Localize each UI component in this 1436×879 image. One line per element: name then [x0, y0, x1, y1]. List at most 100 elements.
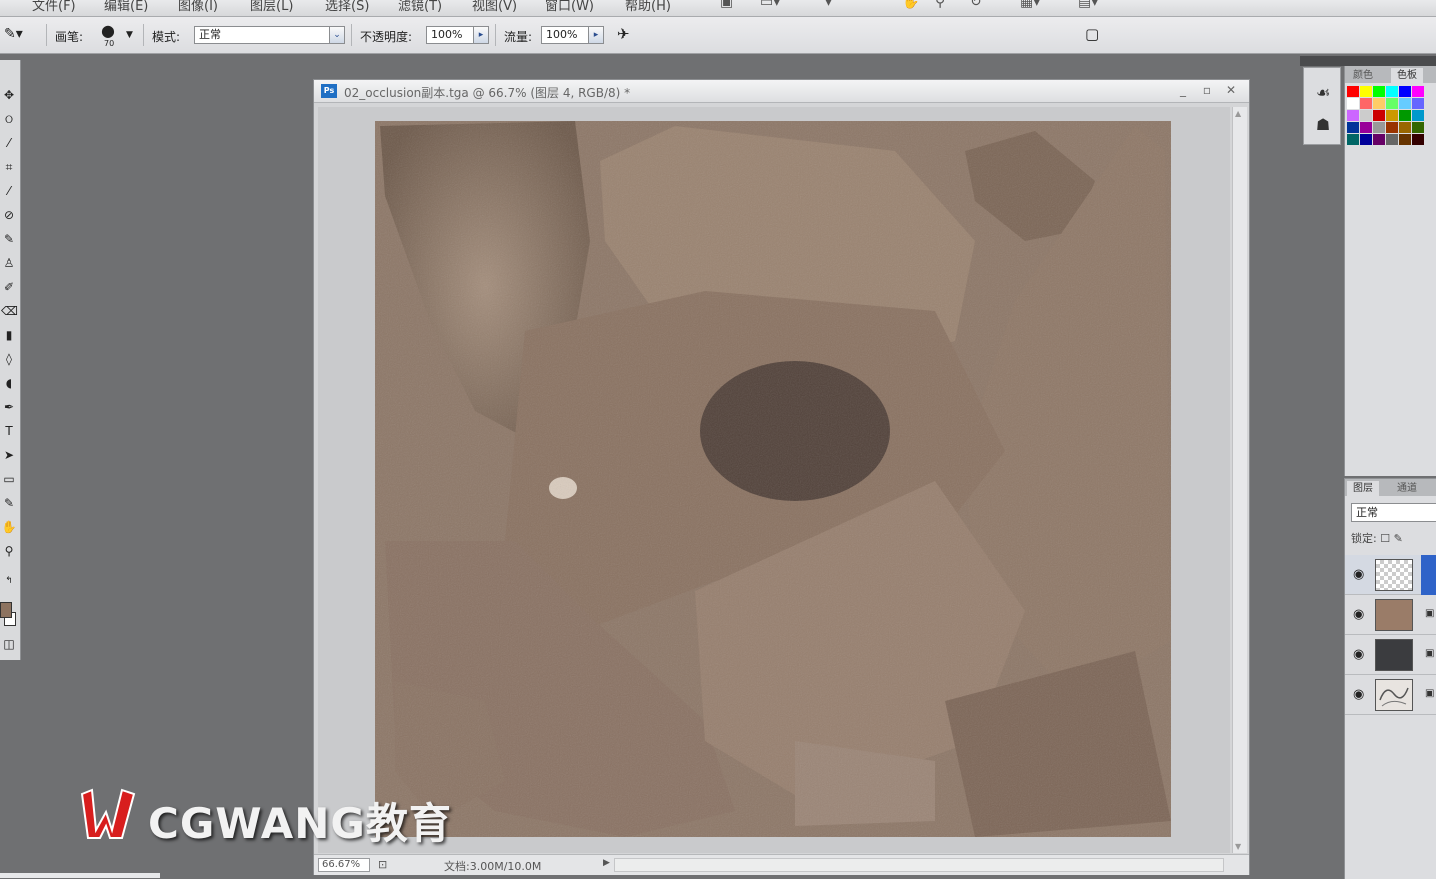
- document-title-bar[interactable]: Ps 02_occlusion副本.tga @ 66.7% (图层 4, RGB…: [314, 80, 1249, 103]
- color-swatch[interactable]: [1399, 98, 1411, 109]
- layer-row[interactable]: ◉ ▣: [1345, 635, 1436, 675]
- swap-colors-icon[interactable]: ↰: [1, 572, 17, 590]
- hand-tool-icon[interactable]: ✋: [902, 0, 919, 10]
- color-swatch[interactable]: [1373, 122, 1385, 133]
- bridge-icon[interactable]: ▣: [720, 0, 733, 10]
- layer-row[interactable]: ◉ ▣: [1345, 675, 1436, 715]
- brush-picker-arrow-icon[interactable]: ▼: [126, 30, 133, 40]
- layer-blend-mode-select[interactable]: 正常: [1351, 503, 1436, 522]
- menu-file[interactable]: 文件(F): [32, 0, 76, 14]
- color-swatch[interactable]: [1412, 98, 1424, 109]
- color-swatch[interactable]: [1386, 86, 1398, 97]
- tab-layers[interactable]: 图层: [1347, 481, 1379, 496]
- horizontal-scrollbar[interactable]: [614, 858, 1224, 872]
- crop-tool-icon[interactable]: ⌗: [1, 158, 17, 176]
- mode-select[interactable]: 正常: [194, 26, 330, 44]
- menu-edit[interactable]: 编辑(E): [104, 0, 148, 14]
- color-swatch[interactable]: [1412, 86, 1424, 97]
- canvas-area[interactable]: [318, 107, 1230, 853]
- shape-tool-icon[interactable]: ▭: [1, 470, 17, 488]
- color-swatch[interactable]: [1386, 110, 1398, 121]
- zoom-level-icon[interactable]: ▾: [825, 0, 832, 10]
- airbrush-icon[interactable]: ✈: [617, 25, 630, 43]
- path-selection-tool-icon[interactable]: ➤: [1, 446, 17, 464]
- color-swatch[interactable]: [1386, 122, 1398, 133]
- color-swatch[interactable]: [1347, 134, 1359, 145]
- eye-icon[interactable]: ◉: [1353, 607, 1364, 622]
- menu-view[interactable]: 视图(V): [472, 0, 517, 14]
- dodge-tool-icon[interactable]: ◖: [1, 374, 17, 392]
- eye-icon[interactable]: ◉: [1353, 687, 1364, 702]
- flow-slider-arrow-icon[interactable]: ▸: [588, 26, 604, 44]
- color-swatch[interactable]: [1399, 134, 1411, 145]
- color-swatch[interactable]: [1386, 98, 1398, 109]
- color-swatch[interactable]: [1373, 98, 1385, 109]
- color-swatch[interactable]: [1347, 86, 1359, 97]
- menu-help[interactable]: 帮助(H): [625, 0, 671, 14]
- vertical-scrollbar[interactable]: ▲ ▼: [1232, 107, 1247, 853]
- pen-tool-icon[interactable]: ✒: [1, 398, 17, 416]
- color-swatch[interactable]: [1360, 98, 1372, 109]
- move-tool-icon[interactable]: ✥: [1, 86, 17, 104]
- maximize-icon[interactable]: ▫: [1198, 82, 1216, 98]
- color-swatch[interactable]: [1399, 86, 1411, 97]
- screen-mode-icon[interactable]: ▭▾: [760, 0, 780, 10]
- history-brush-tool-icon[interactable]: ✐: [1, 278, 17, 296]
- menu-filter[interactable]: 滤镜(T): [398, 0, 442, 14]
- menu-select[interactable]: 选择(S): [325, 0, 369, 14]
- color-swatch[interactable]: [1360, 86, 1372, 97]
- eye-icon[interactable]: ◉: [1353, 567, 1364, 582]
- color-swatch[interactable]: [1347, 122, 1359, 133]
- color-swatch[interactable]: [1412, 110, 1424, 121]
- quick-mask-icon[interactable]: ◫: [1, 635, 17, 653]
- lasso-tool-icon[interactable]: ଠ: [1, 110, 17, 128]
- zoom-tool-icon[interactable]: ⚲: [935, 0, 945, 10]
- menu-layer[interactable]: 图层(L): [250, 0, 293, 14]
- mode-dropdown-arrow-icon[interactable]: ⌄: [329, 26, 345, 44]
- color-swatch[interactable]: [1347, 110, 1359, 121]
- color-swatch[interactable]: [1399, 122, 1411, 133]
- type-tool-icon[interactable]: T: [1, 422, 17, 440]
- close-icon[interactable]: ✕: [1222, 82, 1240, 98]
- magic-wand-tool-icon[interactable]: ⁄: [1, 134, 17, 152]
- layer-row[interactable]: ◉ ▣: [1345, 595, 1436, 635]
- color-swatch[interactable]: [1360, 134, 1372, 145]
- rotate-icon[interactable]: ↻: [970, 0, 982, 10]
- eyedropper-tool-icon[interactable]: ⁄: [1, 182, 17, 200]
- status-menu-arrow-icon[interactable]: ▶: [603, 858, 610, 868]
- opacity-field[interactable]: 100%: [426, 26, 474, 44]
- flow-field[interactable]: 100%: [541, 26, 589, 44]
- color-swatch[interactable]: [1386, 134, 1398, 145]
- hand-tool-icon[interactable]: ✋: [1, 518, 17, 536]
- tab-color[interactable]: 颜色: [1347, 68, 1379, 83]
- eraser-tool-icon[interactable]: ⌫: [1, 302, 18, 320]
- status-icon[interactable]: ⊡: [378, 858, 387, 871]
- color-swatch[interactable]: [1373, 86, 1385, 97]
- clone-stamp-tool-icon[interactable]: ♙: [1, 254, 17, 272]
- zoom-tool-icon[interactable]: ⚲: [1, 542, 17, 560]
- color-swatch[interactable]: [1360, 110, 1372, 121]
- scroll-down-arrow-icon[interactable]: ▼: [1235, 842, 1241, 851]
- color-swatch[interactable]: [1412, 134, 1424, 145]
- lock-transparent-icon[interactable]: ☐: [1380, 532, 1390, 545]
- arrange-icon[interactable]: ▦▾: [1020, 0, 1040, 10]
- healing-brush-tool-icon[interactable]: ⊘: [1, 206, 17, 224]
- menu-image[interactable]: 图像(I): [178, 0, 218, 14]
- brush-tip-icon[interactable]: ●: [101, 21, 115, 40]
- scroll-up-arrow-icon[interactable]: ▲: [1235, 109, 1241, 118]
- color-swatch[interactable]: [1373, 110, 1385, 121]
- color-swatch[interactable]: [1373, 134, 1385, 145]
- gradient-tool-icon[interactable]: ▮: [1, 326, 17, 344]
- tool-presets-icon[interactable]: ☙: [1313, 82, 1333, 104]
- menu-window[interactable]: 窗口(W): [545, 0, 594, 14]
- blur-tool-icon[interactable]: ◊: [1, 350, 17, 368]
- eye-icon[interactable]: ◉: [1353, 647, 1364, 662]
- tab-swatches[interactable]: 色板: [1391, 68, 1423, 83]
- minimize-icon[interactable]: _: [1174, 82, 1192, 98]
- opacity-slider-arrow-icon[interactable]: ▸: [473, 26, 489, 44]
- foreground-color-swatch[interactable]: [0, 602, 12, 618]
- color-swatch[interactable]: [1399, 110, 1411, 121]
- zoom-field[interactable]: 66.67%: [318, 858, 370, 872]
- tab-channels[interactable]: 通道: [1391, 481, 1423, 496]
- workspace-icon[interactable]: ▤▾: [1078, 0, 1098, 10]
